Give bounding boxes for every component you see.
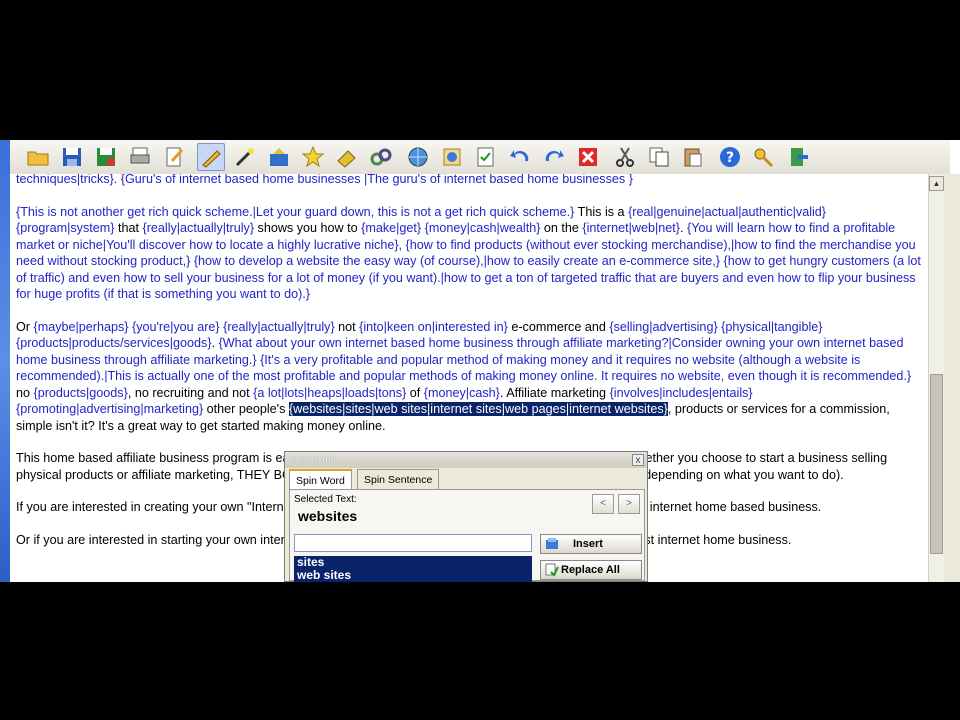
print-icon[interactable] (126, 143, 154, 171)
scroll-thumb[interactable] (930, 374, 943, 554)
spin-syntax-text: {you're|you are} (132, 319, 220, 334)
edit-document-icon[interactable] (160, 143, 188, 171)
spin-syntax-text: {physical|tangible} (721, 319, 823, 334)
tab-spin-sentence[interactable]: Spin Sentence (357, 469, 440, 489)
svg-text:?: ? (726, 150, 734, 166)
replace-all-label: Replace All (561, 564, 620, 576)
spin-syntax-text: {maybe|perhaps} (33, 319, 129, 334)
synonym-item[interactable]: web sites (294, 569, 532, 582)
redo-icon[interactable] (540, 143, 568, 171)
help-icon[interactable]: ? (716, 143, 744, 171)
toolbar: ? (10, 140, 950, 175)
previous-button[interactable]: < (592, 494, 614, 514)
pencil-icon[interactable] (197, 143, 225, 171)
spin-syntax-text: {promoting|advertising|marketing} (16, 402, 204, 416)
plain-text: e-commerce and (507, 319, 610, 334)
spin-syntax-text: {into|keen on|interested in} (359, 319, 508, 334)
magic-chest-icon[interactable] (265, 143, 293, 171)
save-as-icon[interactable] (92, 143, 120, 171)
dialog-titlebar[interactable]: Synonyms x (285, 452, 647, 468)
cut-icon[interactable] (611, 143, 639, 171)
plain-text: on the (540, 221, 583, 235)
synonym-list[interactable]: sites web sites (294, 556, 532, 582)
spin-syntax-text: {This is not another get rich quick sche… (16, 204, 575, 219)
selected-text-label: Selected Text: (294, 494, 357, 505)
vertical-scrollbar[interactable]: ▲ (928, 174, 945, 582)
plain-text: This is a (574, 204, 629, 219)
spin-syntax-text: {program|system} (16, 221, 115, 235)
synonym-input[interactable] (294, 534, 532, 552)
scroll-up-arrow-icon[interactable]: ▲ (929, 176, 944, 191)
replace-all-button[interactable]: Replace All (540, 560, 642, 580)
paragraph-1: {This is not another get rich quick sche… (16, 204, 922, 303)
spin-syntax-text: {internet|web|net} (582, 221, 680, 235)
close-icon[interactable]: x (632, 454, 644, 466)
window-frame-right (944, 174, 960, 582)
plain-text: other people's (203, 402, 289, 416)
synonyms-dialog: Synonyms x Spin Word Spin Sentence Selec… (284, 451, 648, 582)
insert-icon (546, 538, 558, 549)
globe-icon[interactable] (404, 143, 432, 171)
plain-text: If you are interested in creating your o… (16, 500, 255, 514)
key-icon[interactable] (750, 143, 778, 171)
eraser-icon[interactable] (333, 143, 361, 171)
document-line-top: techniques|tricks}. {Guru's of internet … (16, 174, 922, 188)
next-button[interactable]: > (618, 494, 640, 514)
plain-text: no (16, 385, 34, 400)
spin-syntax-text: {a lot|lots|heaps|loads|tons} (253, 385, 407, 400)
spin-syntax-text: techniques|tricks}. {Guru's of internet … (16, 174, 633, 186)
star-icon[interactable] (299, 143, 327, 171)
link-icon[interactable] (367, 143, 395, 171)
plain-text: , no recruiting and not (127, 385, 254, 400)
spin-syntax-text: {involves|includes|entails} (609, 385, 753, 400)
spin-syntax-text: {money|cash|wealth} (424, 221, 541, 235)
plain-text: that (114, 221, 143, 235)
spin-syntax-text: {money|cash} (423, 385, 500, 400)
delete-icon[interactable] (574, 143, 602, 171)
spell-check-icon[interactable] (438, 143, 466, 171)
save-icon[interactable] (58, 143, 86, 171)
plain-text: Or (16, 319, 34, 334)
app-window: ? techniques|tricks}. {Guru's of interne… (0, 140, 960, 582)
spin-syntax-text: {products|goods} (33, 385, 128, 400)
insert-label: Insert (573, 538, 603, 550)
plain-text: . (211, 336, 219, 350)
plain-text: . (680, 221, 687, 235)
spin-syntax-text: {selling|advertising} (609, 319, 718, 334)
insert-button[interactable]: Insert (540, 534, 642, 554)
spin-syntax-text: {really|actually|truly} (223, 319, 335, 334)
plain-text: shows you how to (254, 221, 362, 235)
plain-text: not (334, 319, 360, 334)
paste-icon[interactable] (679, 143, 707, 171)
replace-icon (545, 563, 559, 577)
wand-icon[interactable] (231, 143, 259, 171)
plain-text: . Affiliate marketing (499, 385, 610, 400)
exit-icon[interactable] (784, 143, 812, 171)
spin-word-pane: Selected Text: websites < > sites web sit… (289, 489, 645, 582)
spin-syntax-text: {really|actually|truly} (142, 221, 255, 235)
plain-text: This home based affiliate business progr… (16, 451, 249, 465)
spin-syntax-text: {products|products/services|goods} (16, 336, 212, 350)
spin-syntax-text: {real|genuine|actual|authentic|valid} (628, 204, 827, 219)
spin-syntax-text: {make|get} (361, 221, 422, 235)
paragraph-2: Or {maybe|perhaps} {you're|you are} {rea… (16, 319, 922, 435)
copy-icon[interactable] (645, 143, 673, 171)
undo-icon[interactable] (506, 143, 534, 171)
tab-spin-word[interactable]: Spin Word (289, 469, 352, 489)
dialog-title: Synonyms (289, 454, 336, 465)
plain-text: of (406, 385, 424, 400)
selected-word: websites (298, 508, 358, 524)
checklist-icon[interactable] (472, 143, 500, 171)
open-folder-icon[interactable] (24, 143, 52, 171)
selected-spin-text: {websites|sites|web sites|internet sites… (288, 402, 668, 416)
desktop-edge (0, 140, 10, 582)
